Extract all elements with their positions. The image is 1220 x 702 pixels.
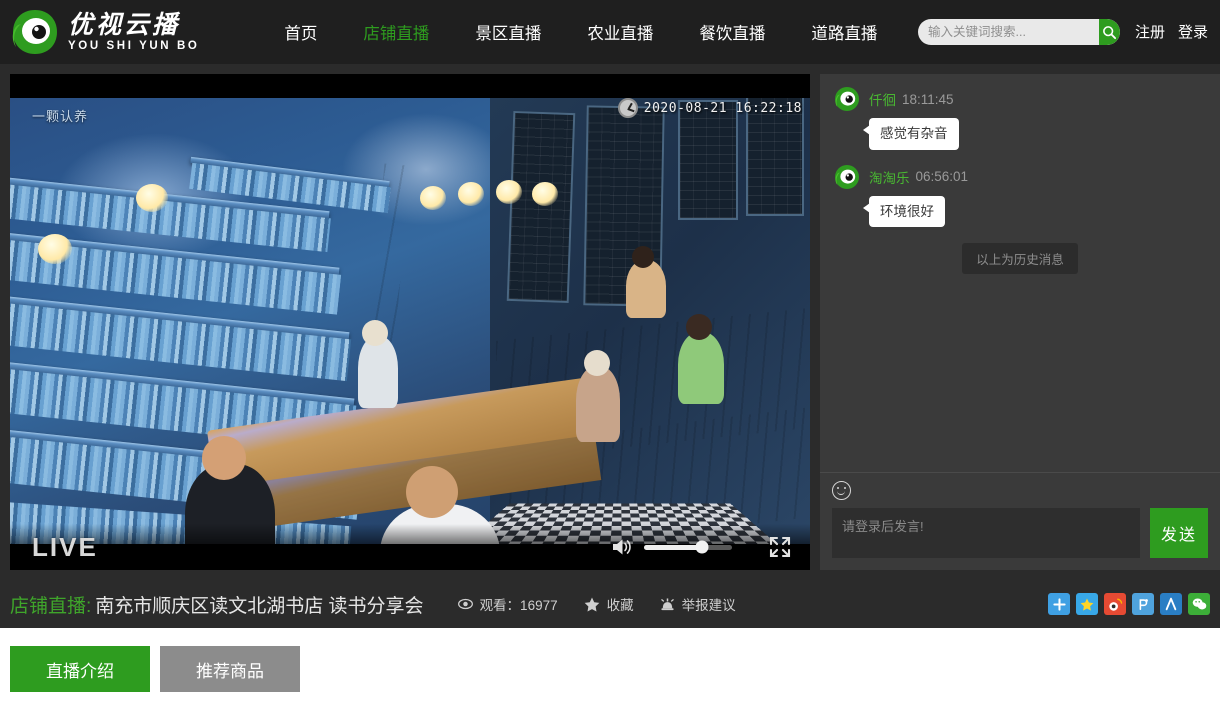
chat-username: 仟徊 bbox=[869, 93, 896, 108]
search-box bbox=[918, 19, 1120, 45]
chat-message: 淘淘乐 06:56:01 环境很好 bbox=[834, 164, 1206, 228]
send-button[interactable]: 发送 bbox=[1150, 508, 1208, 558]
content-tabs: 直播介绍 推荐商品 bbox=[10, 646, 300, 692]
video-stream-frame bbox=[10, 74, 810, 570]
report-label: 举报建议 bbox=[681, 598, 736, 613]
clock-icon bbox=[617, 98, 638, 118]
chat-input[interactable] bbox=[832, 508, 1140, 558]
chat-bubble: 感觉有杂音 bbox=[863, 118, 959, 150]
viewer-count-label: 观看：16977 bbox=[479, 598, 558, 613]
video-timestamp-text: 2020-08-21 16:22:18 bbox=[643, 100, 802, 116]
volume-slider-fill bbox=[644, 544, 703, 550]
stage-area: 一颗认养 2020-08-21 16:22:18 LIVE 仟徊 18:11:4… bbox=[0, 64, 1220, 580]
weibo-share-icon[interactable] bbox=[1104, 593, 1126, 615]
live-badge: LIVE bbox=[32, 532, 98, 562]
nav-item-dining[interactable]: 餐饮直播 bbox=[699, 14, 765, 50]
player-control-bar: LIVE bbox=[10, 524, 810, 570]
site-logo[interactable]: 优视云播 YOU SHI YUN BO bbox=[10, 7, 199, 57]
eye-view-icon bbox=[457, 598, 473, 610]
chat-bubble: 环境很好 bbox=[863, 195, 945, 228]
chat-message-list[interactable]: 仟徊 18:11:45 感觉有杂音 淘淘乐 06:56:01 环境很好 以上为历… bbox=[820, 74, 1220, 472]
favorite-button[interactable]: 收藏 bbox=[584, 594, 634, 614]
emoji-smiley-icon[interactable] bbox=[832, 481, 851, 500]
eye-logo-icon bbox=[10, 7, 60, 57]
chat-compose-area: 发送 bbox=[820, 508, 1220, 570]
search-icon bbox=[1103, 25, 1117, 39]
chat-username: 淘淘乐 bbox=[869, 170, 910, 186]
stream-info-bar: 店铺直播: 南充市顺庆区读文北湖书店 读书分享会 观看：16977 收藏 举报建… bbox=[0, 580, 1220, 628]
main-navigation: 首页 店铺直播 景区直播 农业直播 餐饮直播 道路直播 bbox=[284, 14, 923, 50]
chat-history-divider-label: 以上为历史消息 bbox=[962, 243, 1078, 275]
baidu-share-icon[interactable] bbox=[1132, 593, 1154, 615]
social-share-bar bbox=[1048, 593, 1210, 615]
chat-timestamp: 18:11:45 bbox=[902, 91, 954, 107]
login-link[interactable]: 登录 bbox=[1178, 21, 1208, 42]
viewer-count: 观看：16977 bbox=[457, 594, 558, 614]
favorite-label: 收藏 bbox=[606, 598, 634, 613]
tab-recommended-goods[interactable]: 推荐商品 bbox=[160, 646, 300, 692]
auth-links: 注册 登录 bbox=[1135, 21, 1208, 42]
chat-timestamp: 06:56:01 bbox=[915, 169, 969, 185]
search-input[interactable] bbox=[918, 19, 1099, 45]
chat-message: 仟徊 18:11:45 感觉有杂音 bbox=[834, 86, 1206, 150]
nav-item-home[interactable]: 首页 bbox=[284, 14, 317, 50]
live-chat-panel: 仟徊 18:11:45 感觉有杂音 淘淘乐 06:56:01 环境很好 以上为历… bbox=[820, 74, 1220, 570]
volume-slider[interactable] bbox=[644, 540, 732, 554]
nav-item-road[interactable]: 道路直播 bbox=[811, 14, 877, 50]
logo-chinese-text: 优视云播 bbox=[68, 9, 181, 39]
wechat-share-icon[interactable] bbox=[1188, 593, 1210, 615]
volume-icon[interactable] bbox=[610, 536, 634, 558]
nav-item-scenic[interactable]: 景区直播 bbox=[475, 14, 541, 50]
nav-item-agri[interactable]: 农业直播 bbox=[587, 14, 653, 50]
tab-live-intro[interactable]: 直播介绍 bbox=[10, 646, 150, 692]
site-header: 优视云播 YOU SHI YUN BO 首页 店铺直播 景区直播 农业直播 餐饮… bbox=[0, 0, 1220, 64]
video-player[interactable]: 一颗认养 2020-08-21 16:22:18 LIVE bbox=[10, 74, 810, 570]
logo-english-text: YOU SHI YUN BO bbox=[68, 39, 200, 52]
renren-share-icon[interactable] bbox=[1160, 593, 1182, 615]
fullscreen-icon[interactable] bbox=[768, 535, 792, 559]
report-button[interactable]: 举报建议 bbox=[660, 594, 736, 614]
chat-history-divider: 以上为历史消息 bbox=[834, 243, 1206, 275]
video-timestamp-overlay: 2020-08-21 16:22:18 bbox=[617, 98, 802, 118]
qzone-share-icon[interactable] bbox=[1048, 593, 1070, 615]
eye-avatar-icon bbox=[834, 164, 860, 190]
video-overlay-sign: 一颗认养 bbox=[32, 109, 89, 124]
eye-avatar-icon bbox=[834, 86, 860, 112]
stream-title: 南充市顺庆区读文北湖书店 读书分享会 bbox=[95, 595, 424, 617]
chat-toolbar bbox=[820, 472, 1220, 508]
volume-slider-knob[interactable] bbox=[695, 540, 709, 554]
favorite-share-icon[interactable] bbox=[1076, 593, 1098, 615]
register-link[interactable]: 注册 bbox=[1135, 21, 1165, 42]
stream-category-label: 店铺直播: bbox=[10, 595, 92, 617]
nav-item-shop[interactable]: 店铺直播 bbox=[363, 14, 429, 50]
alarm-icon bbox=[660, 598, 674, 611]
stream-metrics: 观看：16977 收藏 举报建议 bbox=[457, 594, 736, 614]
star-icon bbox=[584, 597, 599, 612]
search-button[interactable] bbox=[1099, 19, 1120, 45]
